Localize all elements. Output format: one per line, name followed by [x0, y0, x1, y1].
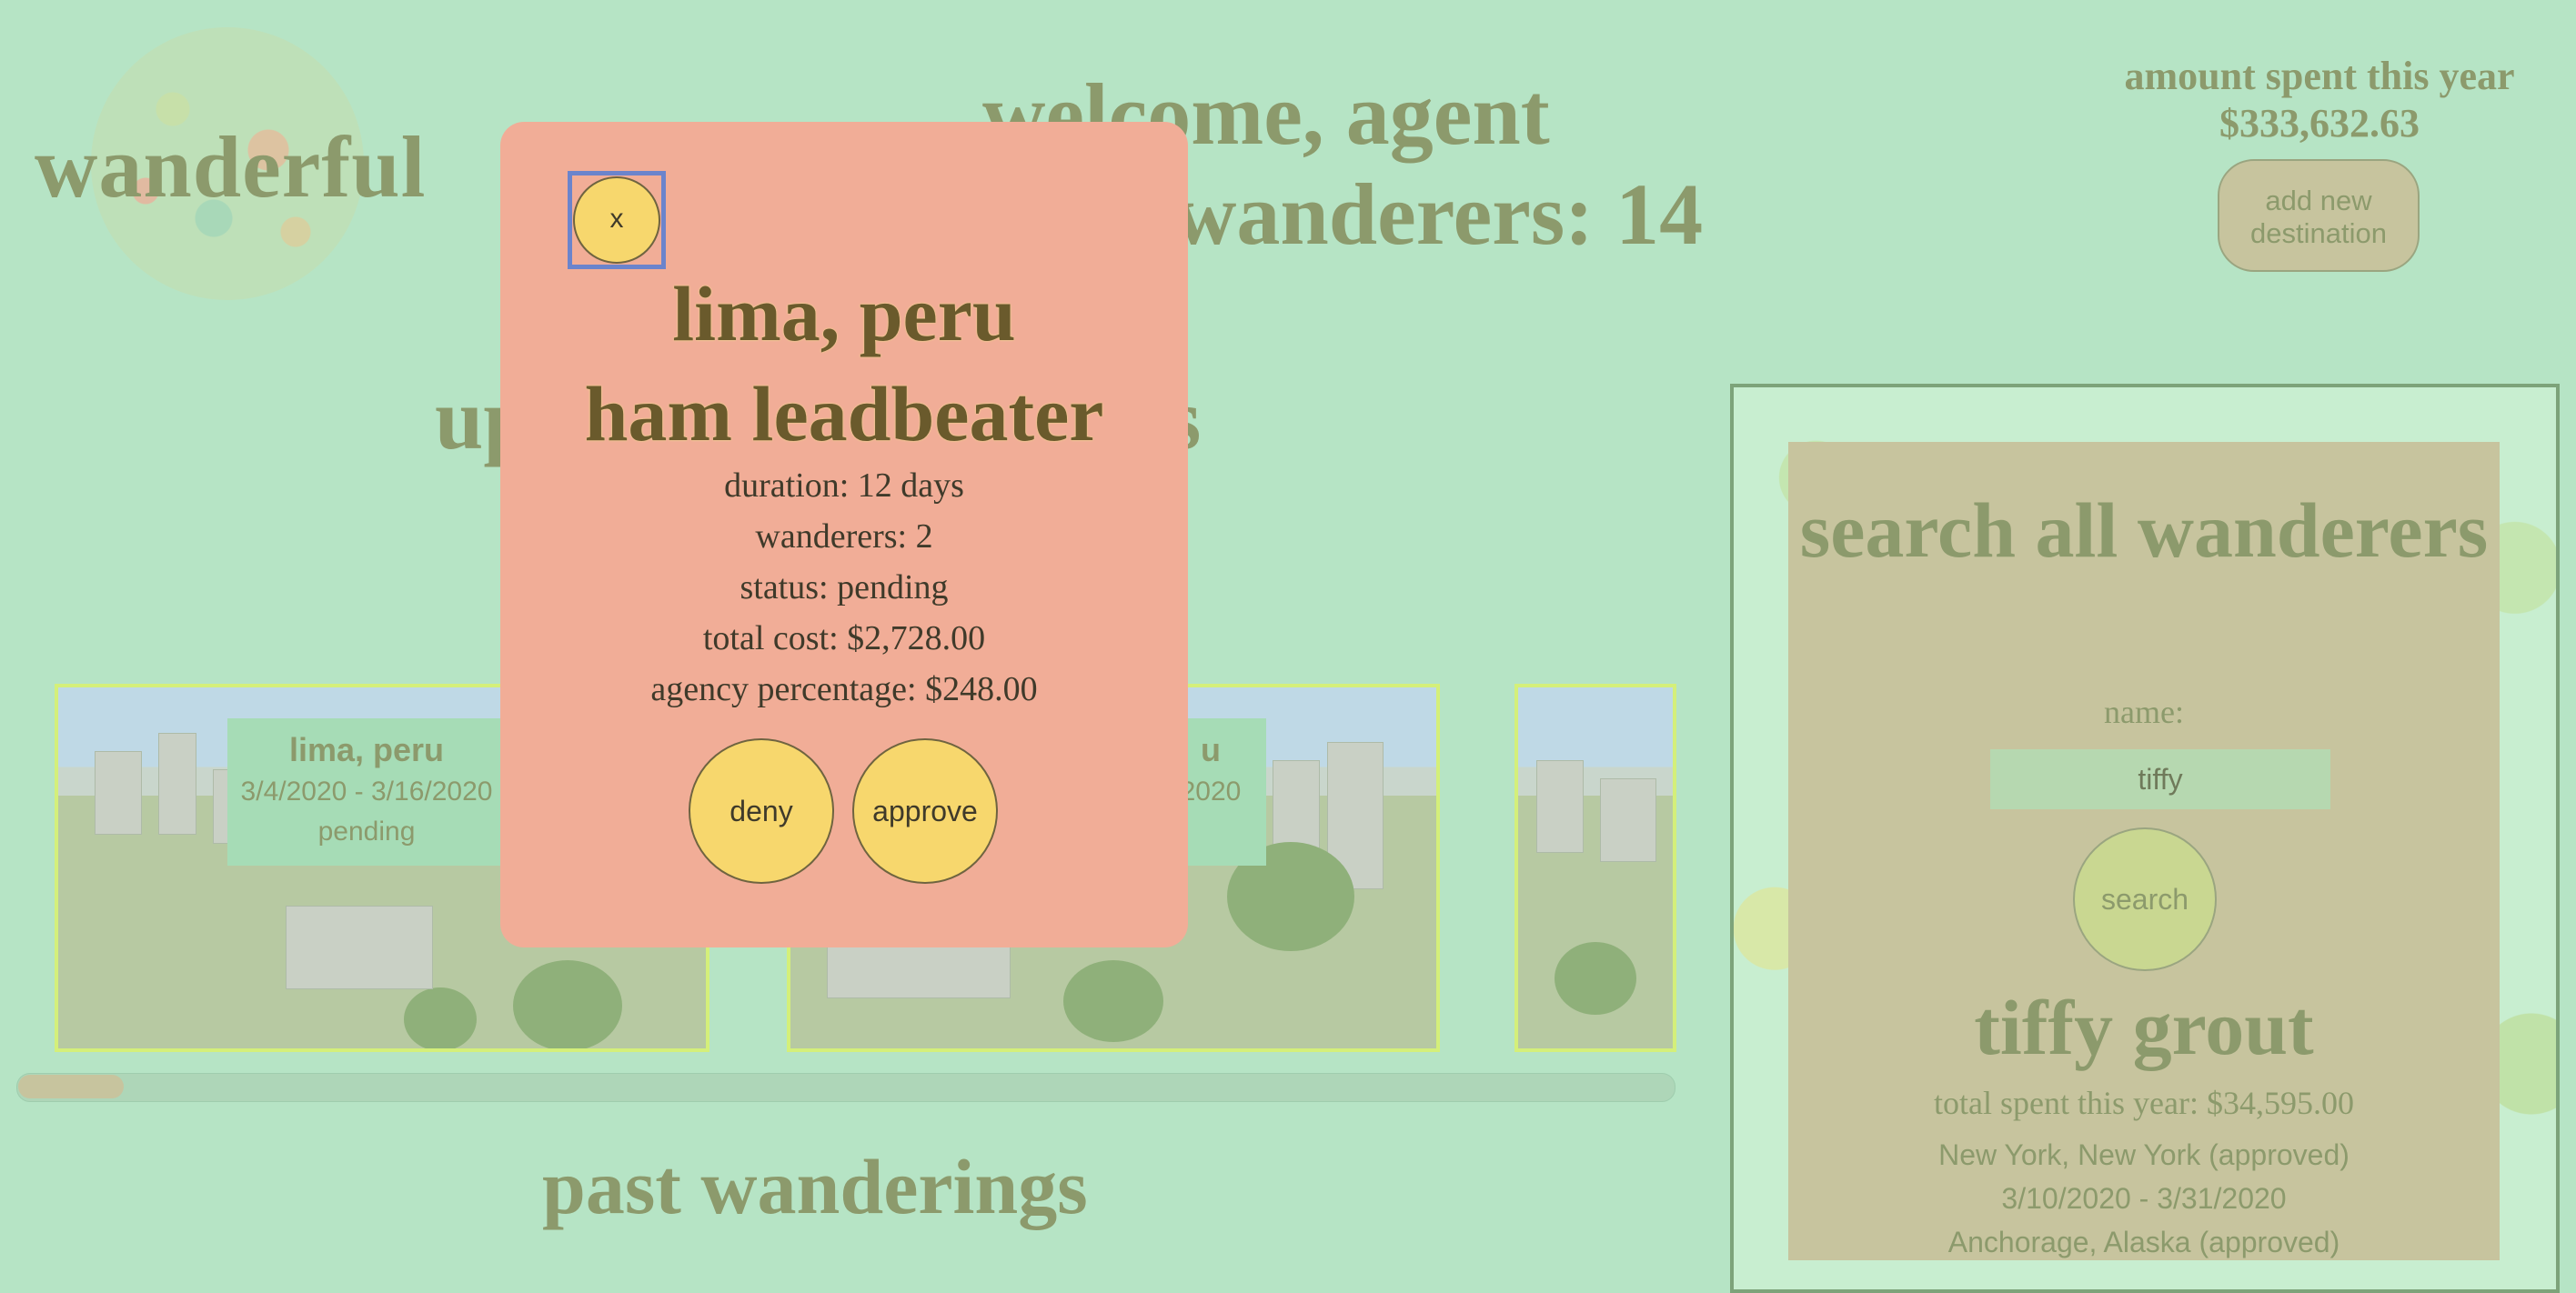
building-shape	[286, 906, 433, 989]
wanderers-count-heading: wanderers: 14	[1173, 165, 1704, 263]
tree-shape	[513, 960, 622, 1048]
carousel-scrollbar[interactable]	[16, 1073, 1675, 1102]
modal-agency-percentage: agency percentage: $248.00	[650, 670, 1038, 708]
add-destination-button[interactable]: add new destination	[2218, 159, 2420, 272]
trip-card-status: pending	[317, 817, 416, 847]
close-button[interactable]: x	[573, 176, 660, 264]
result-total-spent: total spent this year: $34,595.00	[1934, 1085, 2354, 1121]
modal-duration: duration: 12 days	[724, 466, 964, 505]
result-trip-line: New York, New York (approved)	[1938, 1138, 2350, 1171]
modal-destination: lima, peru	[672, 270, 1016, 357]
amount-spent-value: $333,632.63	[2219, 101, 2420, 145]
modal-wanderers: wanderers: 2	[755, 517, 933, 556]
trip-card-info: lima, peru 3/4/2020 - 3/16/2020 pending	[227, 718, 506, 866]
result-trip-line: Anchorage, Alaska (approved)	[1947, 1226, 2340, 1258]
name-search-input[interactable]	[1990, 749, 2330, 809]
past-wanderings-heading: past wanderings	[542, 1143, 1088, 1230]
name-label: name:	[2104, 694, 2184, 730]
tree-shape	[404, 987, 477, 1048]
deny-button[interactable]: deny	[689, 738, 834, 884]
building-shape	[1536, 760, 1584, 853]
carousel-scrollbar-thumb[interactable]	[18, 1075, 124, 1098]
result-trip-line: 3/10/2020 - 3/31/2020	[2001, 1182, 2287, 1215]
modal-title: lima, peru ham leadbeater	[500, 264, 1188, 464]
building-shape	[95, 751, 142, 835]
modal-traveler-name: ham leadbeater	[584, 370, 1104, 457]
building-shape	[1600, 778, 1656, 862]
building-shape	[158, 733, 196, 835]
amount-spent-label: amount spent this year	[2124, 54, 2515, 98]
search-button[interactable]: search	[2073, 827, 2217, 971]
trip-card-dates: 3/4/2020 - 3/16/2020	[240, 777, 493, 807]
search-title: search all wanderers	[1799, 486, 2489, 574]
tree-shape	[1555, 942, 1636, 1015]
modal-total-cost: total cost: $2,728.00	[702, 619, 986, 657]
modal-status: status: pending	[740, 568, 949, 606]
tree-shape	[1063, 960, 1163, 1042]
result-name: tiffy grout	[1974, 984, 2314, 1071]
trip-card[interactable]	[1514, 684, 1676, 1052]
app-logo-text: wanderful	[35, 118, 427, 216]
trip-card-title: lima, peru	[288, 731, 445, 768]
approve-button[interactable]: approve	[852, 738, 998, 884]
